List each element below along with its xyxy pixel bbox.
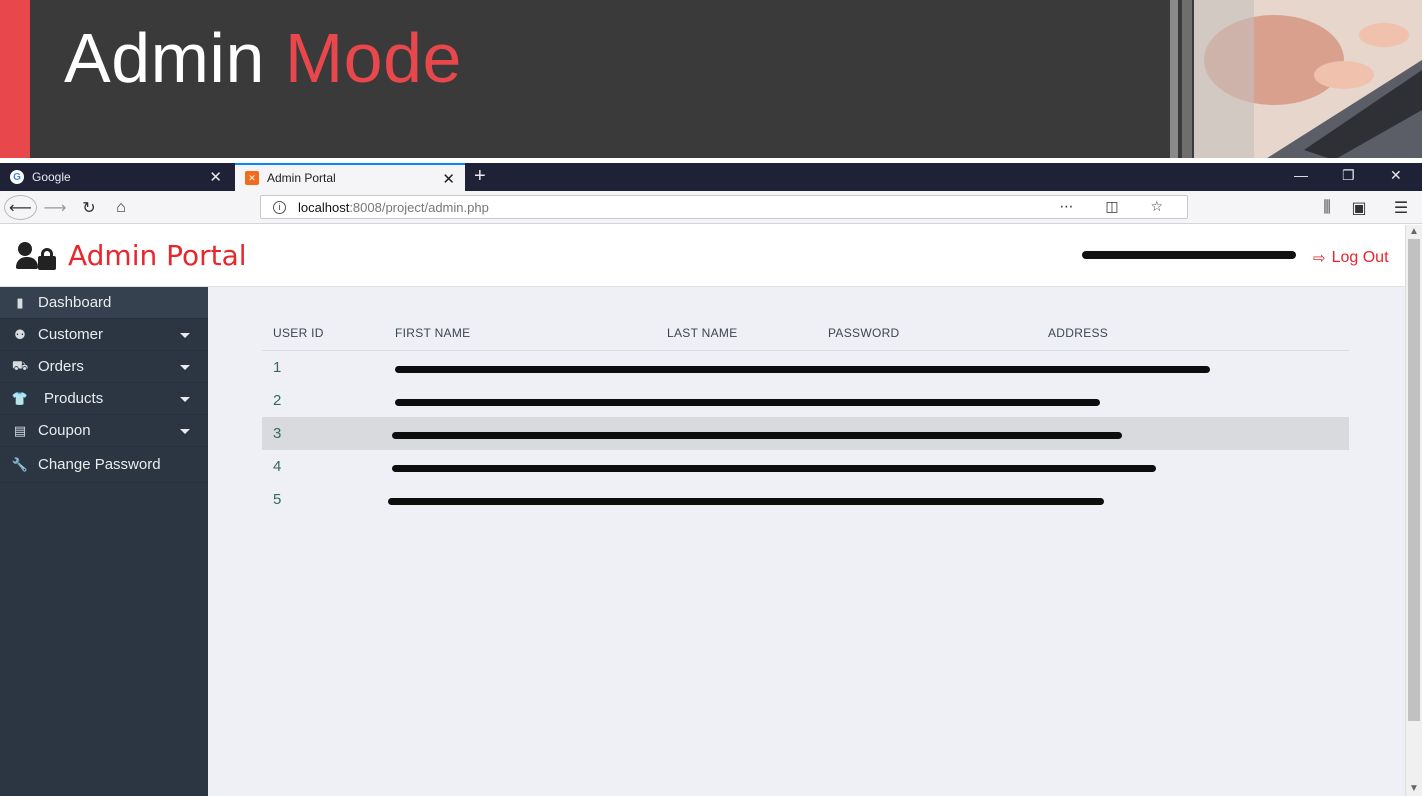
banner-divider [0,158,1422,162]
sidebar-item-label: Customer [38,326,104,343]
laptop-photo [1194,0,1422,160]
redaction-mark [392,432,1122,439]
scroll-down-icon[interactable]: ▼ [1409,783,1419,794]
logout-button[interactable]: ⇨ Log Out [1313,249,1389,267]
user-id-cell: 5 [273,491,282,508]
back-button[interactable]: ⟵ [4,195,37,220]
url-host: localhost [298,199,350,215]
library-icon[interactable]: ⫼ [1316,195,1338,220]
table-header: USER ID FIRST NAME LAST NAME PASSWORD AD… [262,315,1349,351]
table-row[interactable]: 3 [262,417,1349,450]
restore-button[interactable]: ❐ [1342,167,1355,184]
scroll-up-icon[interactable]: ▲ [1409,226,1419,237]
sidebar-item-label: Products [44,390,104,407]
tab-admin-portal[interactable]: ✕ Admin Portal ✕ [235,163,465,191]
tab-label: Google [32,170,71,184]
clipboard-icon: ▮ [16,294,24,310]
sidebar-toggle-icon[interactable]: ▣ [1348,195,1370,220]
url-path: :8008/project/admin.php [349,199,489,215]
table-row[interactable]: 1 [262,351,1349,384]
banner-divider [1170,0,1178,160]
browser-tab-bar: G Google ✕ ✕ Admin Portal ✕ + — ❐ ✕ [0,163,1422,191]
caret-down-icon [180,333,190,338]
redaction-mark [392,465,1156,472]
tab-google[interactable]: G Google ✕ [0,163,232,191]
banner-divider [1182,0,1192,160]
forward-button[interactable]: ⟶ [44,195,67,220]
sidebar-item-label: Coupon [38,422,91,439]
caret-down-icon [180,365,190,370]
sidebar-item-change-password[interactable]: 🔧 Change Password [0,447,208,483]
sidebar-item-coupon[interactable]: ▤ Coupon [0,415,208,447]
tab-label: Admin Portal [267,171,336,185]
close-icon[interactable]: ✕ [442,170,455,188]
truck-icon: ⛟ [11,357,29,373]
user-id-cell: 1 [273,359,282,376]
slide-title-main: Admin [64,19,265,97]
brand-name: Admin Portal [68,239,247,272]
users-table: USER ID FIRST NAME LAST NAME PASSWORD AD… [262,315,1349,516]
reload-button[interactable]: ↻ [78,195,100,220]
column-header: ADDRESS [1048,325,1109,340]
sidebar-item-orders[interactable]: ⛟ Orders [0,351,208,383]
table-row[interactable]: 2 [262,384,1349,417]
page-actions[interactable]: ⋯ ◫ ☆ [1059,198,1177,215]
sidebar-item-products[interactable]: 👕 Products [0,383,208,415]
column-header: LAST NAME [667,325,738,340]
sidebar-item-label: Change Password [38,456,161,473]
close-icon[interactable]: ✕ [209,168,222,186]
home-button[interactable]: ⌂ [110,195,132,220]
wrench-icon: 🔧 [11,456,29,472]
slide-title-accent: Mode [284,19,462,97]
shirt-icon: 👕 [11,390,29,406]
user-id-cell: 2 [273,392,282,409]
brand[interactable]: Admin Portal [16,239,247,272]
users-icon: ⚉ [14,326,26,342]
xampp-icon: ✕ [245,171,259,185]
page-viewport: Admin Portal ⇨ Log Out ▮ Dashboard ⚉ Cus… [0,225,1405,796]
banner-accent-strip [0,0,30,160]
caret-down-icon [180,397,190,402]
sidebar: ▮ Dashboard ⚉ Customer ⛟ Orders 👕 Produc… [0,287,208,796]
sidebar-item-label: Dashboard [38,294,112,311]
redaction-mark [395,399,1100,406]
redacted-username [1082,251,1296,259]
column-header: FIRST NAME [395,325,471,340]
sidebar-item-dashboard[interactable]: ▮ Dashboard [0,287,208,319]
sidebar-item-label: Orders [38,358,84,375]
user-id-cell: 4 [273,458,282,475]
google-icon: G [10,170,24,184]
new-tab-button[interactable]: + [474,165,486,187]
sign-out-icon: ⇨ [1313,250,1326,267]
user-lock-icon [16,240,60,272]
vertical-scrollbar[interactable]: ▲ ▼ [1405,225,1422,796]
column-header: USER ID [273,325,324,340]
window-close-button[interactable]: ✕ [1390,167,1402,184]
scrollbar-thumb[interactable] [1408,239,1420,721]
portal-header: Admin Portal ⇨ Log Out [0,225,1405,287]
browser-nav-bar: ⟵ ⟶ ↻ ⌂ i localhost :8008/project/admin.… [0,191,1422,224]
minimize-button[interactable]: — [1294,167,1308,183]
slide-title: Admin Mode [64,18,462,98]
address-bar[interactable]: i localhost :8008/project/admin.php ⋯ ◫ … [260,195,1188,219]
caret-down-icon [180,429,190,434]
ticket-icon: ▤ [13,422,27,438]
redaction-mark [388,498,1104,505]
user-id-cell: 3 [273,425,282,442]
table-row[interactable]: 5 [262,483,1349,516]
sidebar-item-customer[interactable]: ⚉ Customer [0,319,208,351]
table-row[interactable]: 4 [262,450,1349,483]
logout-label: Log Out [1331,249,1389,266]
column-header: PASSWORD [828,325,900,340]
info-icon[interactable]: i [273,200,286,214]
redaction-mark [395,366,1210,373]
slide-banner: Admin Mode [0,0,1422,162]
menu-icon[interactable]: ☰ [1390,195,1412,220]
